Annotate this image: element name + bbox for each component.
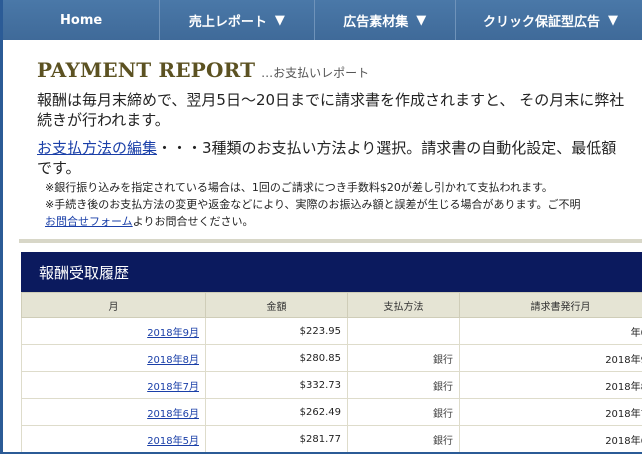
contact-form-link[interactable]: お問合せフォーム — [45, 215, 133, 228]
month-link[interactable]: 2018年9月 — [147, 328, 199, 339]
table-row: 2018年5月 $281.77 銀行 2018年6月 — [21, 425, 642, 453]
top-nav: Home 売上レポート ▼ 広告素材集 ▼ クリック保証型広告 ▼ — [3, 0, 642, 40]
nav-item-label: 広告素材集 — [343, 14, 409, 30]
month-link[interactable]: 2018年5月 — [147, 436, 199, 447]
table-header-row: 月 金額 支払方法 請求書発行月 — [21, 292, 642, 318]
month-cell: 2018年6月 — [21, 398, 206, 426]
main-content: PAYMENT REPORT …お支払いレポート 報酬は毎月末締めで、翌月5日〜2… — [3, 40, 642, 454]
method-cell: 銀行 — [347, 344, 460, 372]
intro-paragraph-1: 報酬は毎月末締めで、翌月5日〜20日までに請求書を作成されますと、 その月末に弊… — [37, 90, 642, 130]
intro-paragraph-2: お支払方法の編集・・・3種類のお支払い方法より選択。請求書の自動化設定、最低額 … — [37, 138, 642, 178]
amount-cell: $223.95 — [205, 317, 348, 345]
amount-cell: $332.73 — [205, 371, 348, 399]
month-cell: 2018年5月 — [21, 425, 206, 453]
method-cell — [347, 317, 460, 345]
page-frame: Home 売上レポート ▼ 広告素材集 ▼ クリック保証型広告 ▼ PAYMEN… — [0, 0, 642, 454]
issued-cell: 2018年8月 — [459, 371, 642, 399]
month-link[interactable]: 2018年8月 — [147, 355, 199, 366]
caret-down-icon: ▼ — [274, 12, 285, 28]
month-cell: 2018年8月 — [21, 344, 206, 372]
issued-cell: 2018年7月 — [459, 398, 642, 426]
page-header: PAYMENT REPORT …お支払いレポート — [37, 58, 369, 82]
divider — [19, 239, 642, 243]
month-cell: 2018年7月 — [21, 371, 206, 399]
issued-cell: 2018年9月 — [459, 344, 642, 372]
edit-payment-method-link[interactable]: お支払方法の編集 — [37, 139, 157, 157]
nav-item-sales-report[interactable]: 売上レポート ▼ — [160, 0, 315, 40]
note-discrepancy: ※手続き後のお支払方法の変更や返金などにより、実際のお振込み額と誤差が生じる場合… — [45, 198, 581, 211]
intro-line-3: お支払方法の編集・・・3種類のお支払い方法より選択。請求書の自動化設定、最低額 — [37, 138, 642, 158]
intro-line-3-text: ・・・3種類のお支払い方法より選択。請求書の自動化設定、最低額 — [157, 139, 617, 157]
nav-item-click-ads[interactable]: クリック保証型広告 ▼ — [456, 0, 642, 40]
amount-cell: $280.85 — [205, 344, 348, 372]
month-link[interactable]: 2018年6月 — [147, 409, 199, 420]
page-subtitle: …お支払いレポート — [261, 66, 370, 80]
month-cell: 2018年9月 — [21, 317, 206, 345]
caret-down-icon: ▼ — [416, 12, 427, 28]
nav-item-label: 売上レポート — [188, 14, 267, 30]
note-contact: お問合せフォームよりお問合せください。 — [45, 214, 253, 229]
issued-cell: 2018年6月 — [459, 425, 642, 453]
page-title: PAYMENT REPORT — [37, 58, 256, 82]
table-row: 2018年8月 $280.85 銀行 2018年9月 — [21, 344, 642, 372]
table-row: 2018年6月 $262.49 銀行 2018年7月 — [21, 398, 642, 426]
payment-history-heading: 報酬受取履歴 — [21, 252, 642, 292]
table-row: 2018年9月 $223.95 年0月 — [21, 317, 642, 345]
column-header-method: 支払方法 — [347, 292, 460, 318]
column-header-amount: 金額 — [205, 292, 348, 318]
amount-cell: $281.77 — [205, 425, 348, 453]
intro-line-1: 報酬は毎月末締めで、翌月5日〜20日までに請求書を作成されますと、 その月末に弊… — [37, 91, 625, 109]
amount-cell: $262.49 — [205, 398, 348, 426]
caret-down-icon: ▼ — [607, 12, 618, 28]
payment-history-panel: 報酬受取履歴 月 金額 支払方法 請求書発行月 2018年9月 $223.95 … — [21, 252, 642, 454]
nav-item-ad-materials[interactable]: 広告素材集 ▼ — [315, 0, 456, 40]
intro-line-2: 続きが行われます。 — [37, 111, 170, 129]
column-header-issued: 請求書発行月 — [459, 292, 642, 318]
table-row: 2018年7月 $332.73 銀行 2018年8月 — [21, 371, 642, 399]
nav-item-label: Home — [60, 12, 103, 28]
note-contact-text: よりお問合せください。 — [132, 215, 254, 228]
issued-cell: 年0月 — [459, 317, 642, 345]
method-cell: 銀行 — [347, 371, 460, 399]
note-bank-fee: ※銀行振り込みを指定されている場合は、1回のご請求につき手数料$20が差し引かれ… — [45, 181, 553, 194]
column-header-month: 月 — [21, 292, 206, 318]
payment-history-table: 月 金額 支払方法 請求書発行月 2018年9月 $223.95 年0月 201… — [21, 292, 642, 453]
intro-line-4: です。 — [37, 159, 81, 177]
method-cell: 銀行 — [347, 425, 460, 453]
method-cell: 銀行 — [347, 398, 460, 426]
nav-item-label: クリック保証型広告 — [482, 14, 600, 30]
nav-item-home[interactable]: Home — [3, 0, 161, 40]
month-link[interactable]: 2018年7月 — [147, 382, 199, 393]
